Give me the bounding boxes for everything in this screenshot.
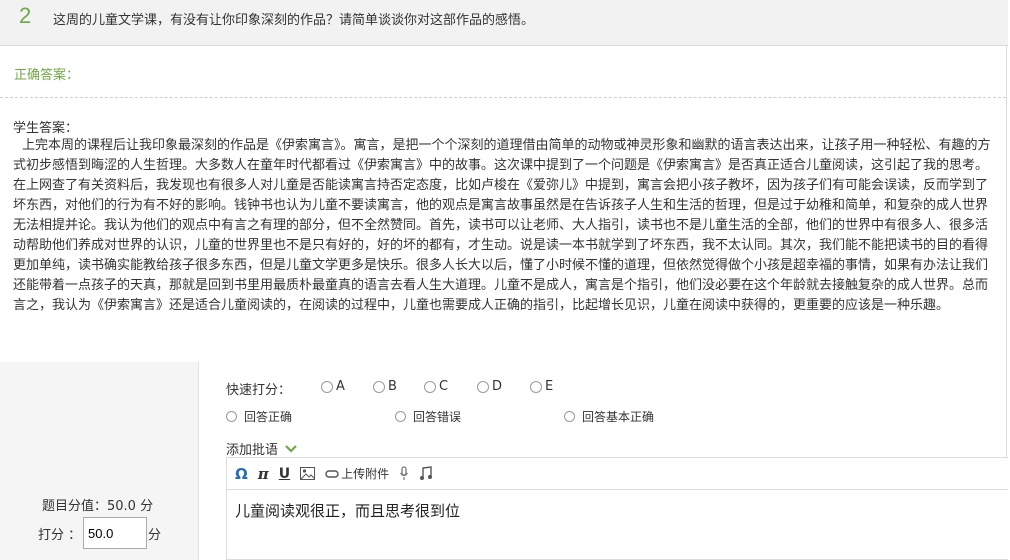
chevron-down-icon[interactable] xyxy=(284,444,298,454)
quick-score-option-a[interactable]: A xyxy=(321,379,345,394)
add-comment-label: 添加批语 xyxy=(226,443,279,458)
quick-comment-correct[interactable]: 回答正确 xyxy=(226,408,292,425)
question-number: 2 xyxy=(19,3,32,28)
music-icon[interactable] xyxy=(419,465,433,483)
divider xyxy=(0,97,1006,98)
radio-icon[interactable] xyxy=(395,411,406,422)
question-header: 2 这周的儿童文学课，有没有让你印象深刻的作品？请简单谈谈你对这部作品的感悟。 xyxy=(0,0,1008,46)
attachment-button[interactable]: 上传附件 xyxy=(325,465,389,483)
comment-editor: Ω π U 上传附件 儿童阅读观很正，而且思考很到位 xyxy=(226,457,1008,560)
add-comment-toggle[interactable]: 添加批语 xyxy=(226,439,298,458)
microphone-icon[interactable] xyxy=(399,465,409,483)
radio-icon[interactable] xyxy=(477,380,489,393)
quick-score-option-c[interactable]: C xyxy=(424,379,448,394)
quick-score-option-b[interactable]: B xyxy=(373,379,397,394)
editor-toolbar: Ω π U 上传附件 xyxy=(227,458,1008,490)
upload-attachment-label: 上传附件 xyxy=(341,467,390,481)
quick-score-option-d[interactable]: D xyxy=(477,379,502,394)
student-answer-text: 上完本周的课程后让我印象最深刻的作品是《伊索寓言》。寓言，是把一个个深刻的道理借… xyxy=(13,138,991,313)
image-icon[interactable] xyxy=(300,465,316,483)
omega-icon[interactable]: Ω xyxy=(235,465,248,483)
radio-icon[interactable] xyxy=(530,380,542,393)
quick-score-label: 快速打分： xyxy=(226,383,292,398)
radio-icon[interactable] xyxy=(321,380,333,393)
quick-comment-wrong[interactable]: 回答错误 xyxy=(395,408,461,425)
question-text: 这周的儿童文学课，有没有让你印象深刻的作品？请简单谈谈你对这部作品的感悟。 xyxy=(53,13,535,28)
score-unit: 分 xyxy=(148,528,162,543)
quick-comment-basically-correct[interactable]: 回答基本正确 xyxy=(564,408,654,425)
quick-score-option-e[interactable]: E xyxy=(530,379,553,394)
score-label: 打分 ： xyxy=(38,528,82,543)
score-input[interactable] xyxy=(83,517,147,549)
attachment-icon xyxy=(325,469,339,478)
student-answer-label: 学生答案： xyxy=(13,121,79,136)
radio-icon[interactable] xyxy=(424,380,436,393)
radio-icon[interactable] xyxy=(226,411,237,422)
question-score-value: 题目分值：50.0 分 xyxy=(42,499,154,514)
radio-icon[interactable] xyxy=(373,380,385,393)
correct-answer-label: 正确答案： xyxy=(14,68,80,83)
pi-icon[interactable]: π xyxy=(258,465,269,483)
editor-content[interactable]: 儿童阅读观很正，而且思考很到位 xyxy=(235,500,460,521)
radio-icon[interactable] xyxy=(564,411,575,422)
underline-icon[interactable]: U xyxy=(279,465,290,483)
